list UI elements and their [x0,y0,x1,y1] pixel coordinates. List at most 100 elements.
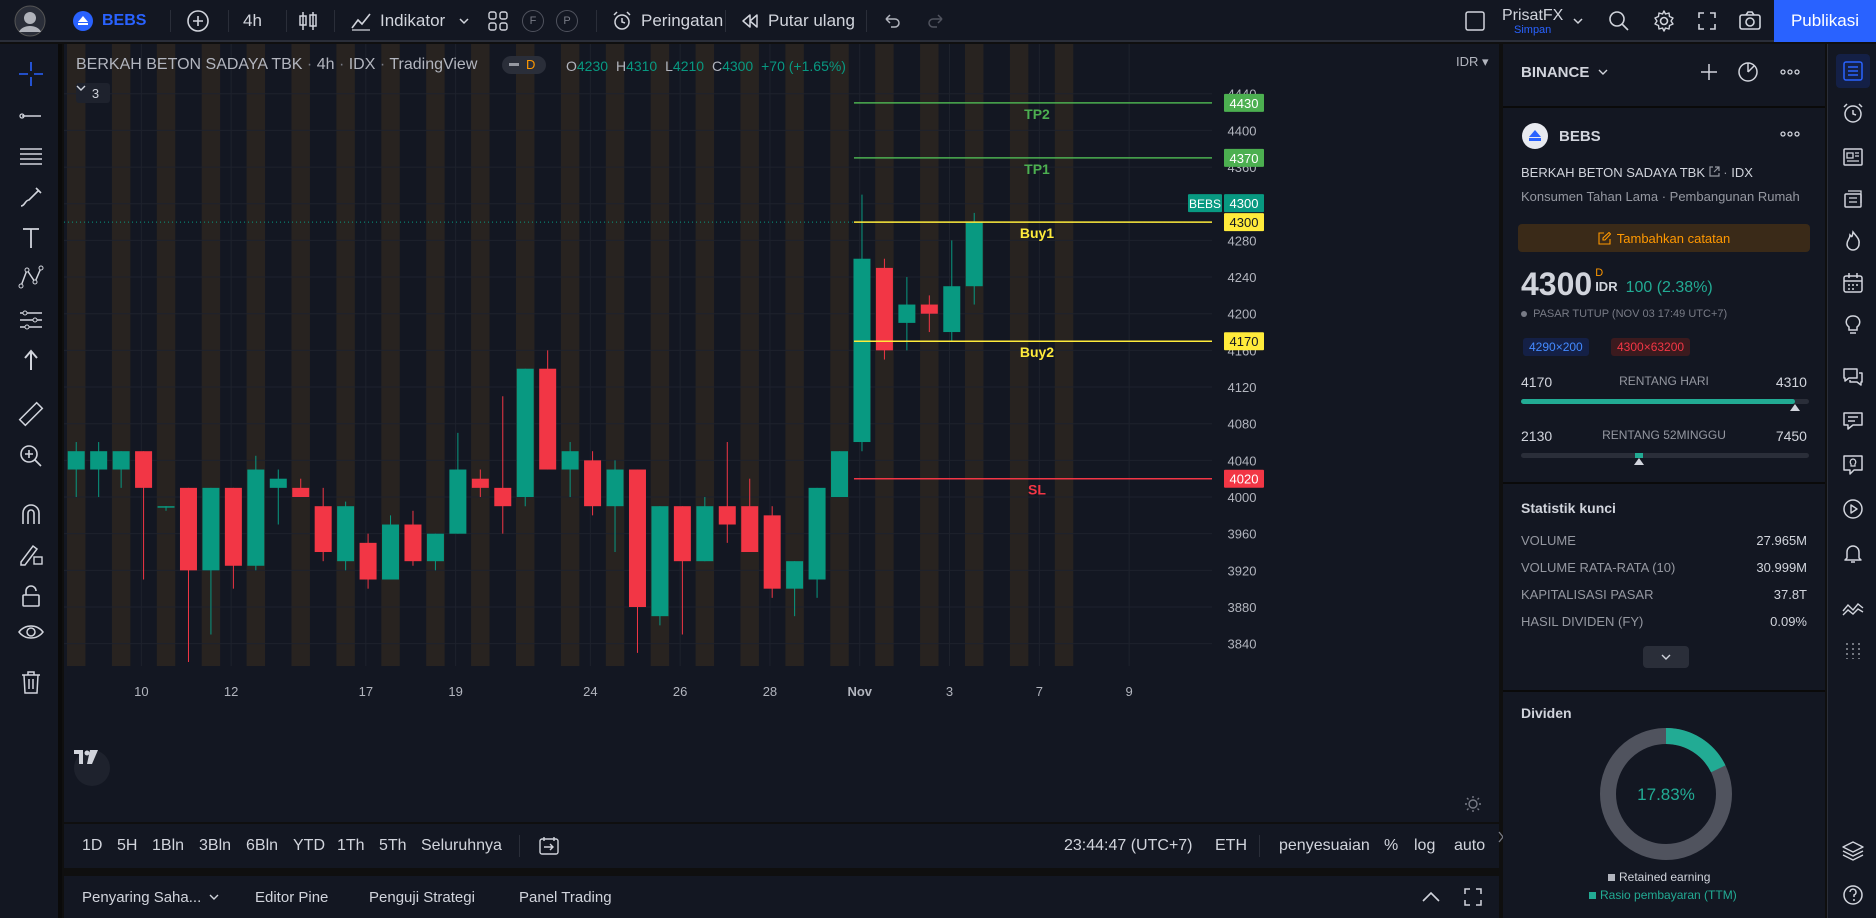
adjustment-toggle[interactable]: penyesuaian [1279,824,1370,868]
range-1bln[interactable]: 1Bln [152,824,184,868]
tab-trading-panel[interactable]: Panel Trading [519,876,612,918]
replay-button[interactable]: Putar ulang [740,0,855,42]
alerts-toggle[interactable] [1836,96,1870,130]
add-note-button[interactable]: Tambahkan catatan [1518,224,1810,252]
indicators-dropdown[interactable] [458,0,470,42]
trendline-tool[interactable] [11,98,51,134]
f-button[interactable]: F [522,0,544,42]
help-toggle[interactable] [1836,878,1870,912]
goto-date-button[interactable] [538,824,560,868]
auto-scale-toggle[interactable]: auto [1454,824,1485,868]
collapse-panel-button[interactable] [1421,876,1441,918]
market-status-badge[interactable]: D [502,56,546,74]
text-tool[interactable] [11,220,51,256]
calendar-toggle[interactable] [1836,266,1870,300]
range-5h[interactable]: 5H [117,824,137,868]
sector-link[interactable]: Konsumen Tahan Lama [1521,189,1658,204]
settings-button[interactable] [1652,0,1676,42]
pattern-tool[interactable] [11,260,51,296]
indicators-button[interactable]: Indikator [350,0,445,42]
log-toggle[interactable]: log [1414,824,1435,868]
range-6bln[interactable]: 6Bln [246,824,278,868]
search-button[interactable] [1608,0,1630,42]
watchlist-toggle[interactable] [1836,54,1870,88]
alerts-button[interactable]: Peringatan [611,0,723,42]
layout-name-button[interactable]: PrisatFX Simpan [1502,0,1563,42]
tab-pine-editor[interactable]: Editor Pine [255,876,328,918]
select-all-checkbox[interactable] [1464,0,1486,42]
magnet-tool[interactable] [11,496,51,532]
hotlists-toggle[interactable] [1836,224,1870,258]
expand-stats-button[interactable] [1643,646,1689,668]
zoom-tool[interactable] [11,438,51,474]
messages-toggle[interactable] [1836,404,1870,438]
interval-button[interactable]: 4h [243,0,262,42]
snapshot-button[interactable] [1738,0,1762,42]
advanced-view-button[interactable] [1737,61,1759,86]
redo-button[interactable] [926,0,946,42]
clock-readout[interactable]: 23:44:47 (UTC+7) [1064,824,1193,868]
range-5th[interactable]: 5Th [379,824,407,868]
prediction-tool[interactable] [11,302,51,338]
chats-toggle[interactable] [1836,360,1870,394]
industry-link[interactable]: Pembangunan Rumah [1670,189,1800,204]
ruler-tool[interactable] [11,396,51,432]
watchlist-exchange-selector[interactable]: BINANCE [1521,64,1608,81]
layers-toggle[interactable] [1836,834,1870,868]
lock-tool[interactable] [11,578,51,614]
dom-toggle[interactable] [1836,634,1870,668]
chart-pane[interactable]: TP2TP1Buy1Buy2SL444044004360432042804240… [64,44,1499,822]
price-chart[interactable]: TP2TP1Buy1Buy2SL444044004360432042804240… [64,44,1499,822]
ohlc-open: 4230 [576,58,609,74]
brush-tool[interactable] [11,180,51,216]
session-toggle[interactable]: ETH [1215,824,1247,868]
watchlist-more-button[interactable] [1779,62,1801,85]
company-name[interactable]: BERKAH BETON SADAYA TBK [1521,165,1705,180]
range-1d[interactable]: 1D [82,824,102,868]
arrow-tool[interactable] [11,342,51,378]
symbol-more-button[interactable] [1779,124,1801,147]
compare-button[interactable] [186,0,210,42]
range-all[interactable]: Seluruhnya [421,824,502,868]
notifications-toggle[interactable] [1836,536,1870,570]
tips-toggle[interactable] [1836,448,1870,482]
remove-drawings-tool[interactable] [11,664,51,700]
tab-stock-screener[interactable]: Penyaring Saha... [82,876,219,918]
range-3bln[interactable]: 3Bln [199,824,231,868]
layouts-button[interactable] [487,0,509,42]
p-button[interactable]: P [556,0,578,42]
fib-tool[interactable] [11,138,51,174]
publish-button[interactable]: Publikasi [1774,0,1876,42]
trading-toggle[interactable] [1836,592,1870,626]
user-avatar[interactable] [14,0,46,42]
external-link-icon[interactable] [1709,166,1720,177]
chart-type-button[interactable] [297,0,319,42]
ideas-toggle[interactable] [1836,308,1870,342]
collapse-indicators-button[interactable]: 3 [76,83,110,103]
symbol-search[interactable]: BEBS [72,0,146,42]
lock-drawing-tool[interactable] [11,536,51,572]
add-symbol-button[interactable] [1699,62,1719,85]
time-tick-label: 3 [946,684,953,699]
candle-body [404,524,422,562]
tab-label: Penyaring Saha... [82,888,202,906]
layout-dropdown[interactable] [1572,0,1584,42]
tab-strategy-tester[interactable]: Penguji Strategi [369,876,475,918]
range-ytd[interactable]: YTD [293,824,325,868]
currency-selector[interactable]: IDR ▾ [1456,54,1489,70]
visibility-tool[interactable] [11,614,51,650]
crosshair-tool[interactable] [11,56,51,92]
fullscreen-button[interactable] [1697,0,1717,42]
news-toggle[interactable] [1836,140,1870,174]
data-window-toggle[interactable] [1836,182,1870,216]
tradingview-logo[interactable] [74,750,110,786]
range-1th[interactable]: 1Th [337,824,365,868]
symbol-header[interactable]: BEBS [1521,122,1601,150]
more-horizontal-icon [1780,131,1800,137]
tradingview-logo-icon [74,750,98,764]
maximize-panel-button[interactable] [1464,876,1482,918]
undo-button[interactable] [882,0,902,42]
percent-toggle[interactable]: % [1384,824,1398,868]
price-tick-label: 3880 [1228,600,1257,615]
streams-toggle[interactable] [1836,492,1870,526]
